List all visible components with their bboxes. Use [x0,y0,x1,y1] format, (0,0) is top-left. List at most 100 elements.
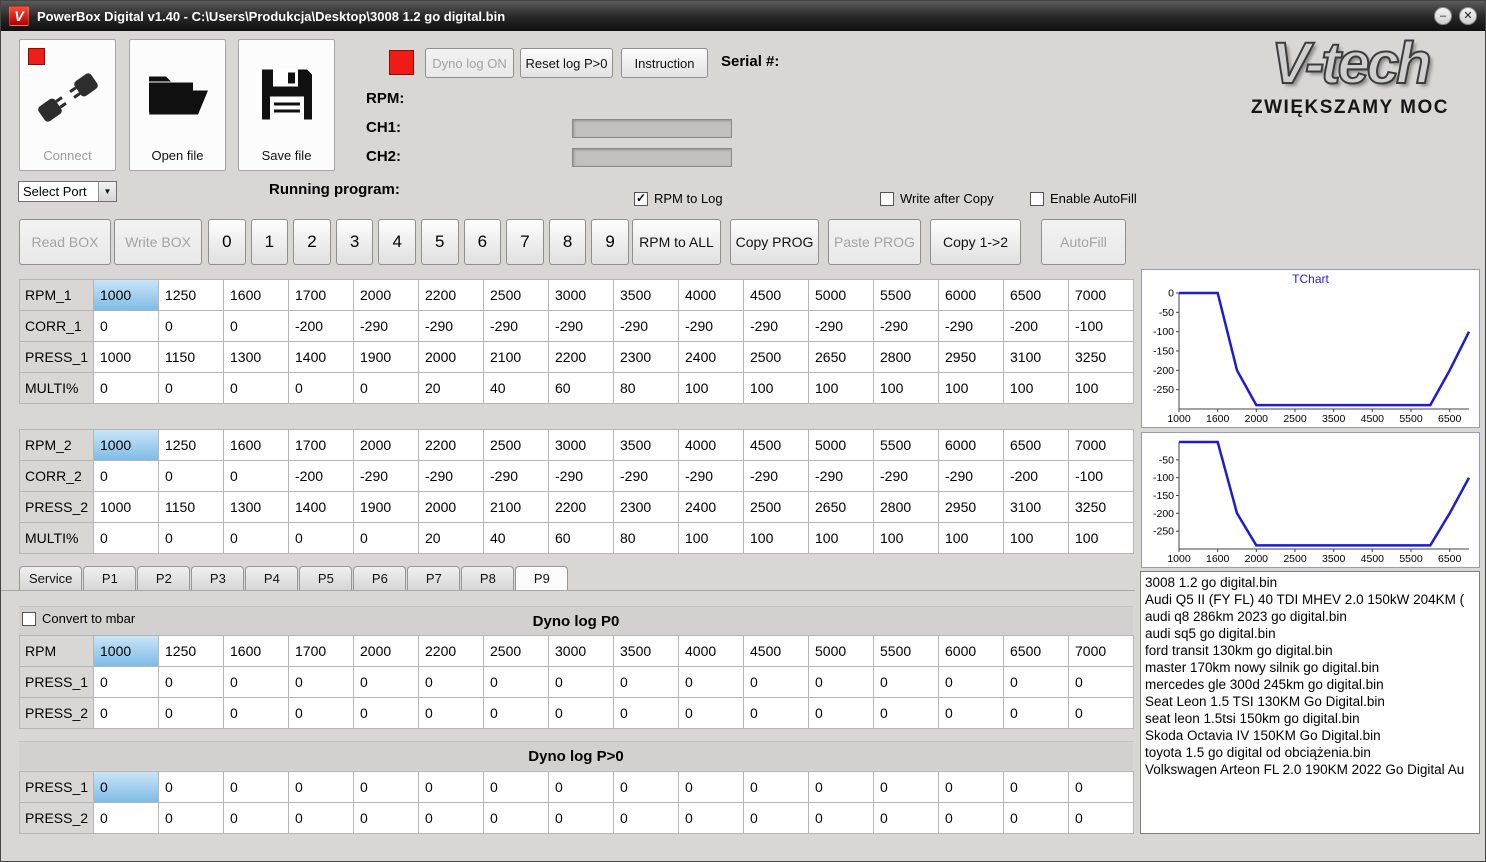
grid-cell[interactable]: 2950 [939,492,1004,523]
grid-cell[interactable]: 0 [94,523,159,554]
grid-cell[interactable]: 7000 [1069,430,1134,461]
grid-cell[interactable]: 0 [159,667,224,698]
grid-cell[interactable]: 2500 [484,280,549,311]
grid-cell[interactable]: 4500 [744,430,809,461]
select-port-dropdown[interactable]: Select Port ▼ [18,181,117,202]
grid-cell[interactable]: 0 [159,803,224,834]
grid-cell[interactable]: 0 [549,803,614,834]
grid-cell[interactable]: 0 [1069,667,1134,698]
grid-cell[interactable]: 0 [94,772,159,803]
grid-cell[interactable]: 5500 [874,636,939,667]
grid-cell[interactable]: 0 [289,373,354,404]
grid-cell[interactable]: 0 [159,311,224,342]
grid-cell[interactable]: 1300 [224,492,289,523]
digit-button-4[interactable]: 4 [378,219,416,265]
grid-cell[interactable]: 100 [939,523,1004,554]
grid-cell[interactable]: 0 [159,373,224,404]
digit-button-6[interactable]: 6 [463,219,502,265]
grid-cell[interactable]: 0 [94,803,159,834]
grid-cell[interactable]: 7000 [1069,280,1134,311]
grid-cell[interactable]: 100 [679,373,744,404]
grid-cell[interactable]: 2300 [614,342,679,373]
grid-cell[interactable]: 0 [679,667,744,698]
file-list-item[interactable]: audi sq5 go digital.bin [1145,625,1475,642]
grid-cell[interactable]: 6500 [1004,636,1069,667]
copy-1-to-2-button[interactable]: Copy 1->2 [930,219,1021,265]
grid-cell[interactable]: 0 [614,698,679,729]
tab-service[interactable]: Service [19,566,83,591]
grid-cell[interactable]: 1000 [94,492,159,523]
grid-cell[interactable]: 0 [159,461,224,492]
grid-cell[interactable]: 0 [484,803,549,834]
grid-cell[interactable]: 1000 [94,636,159,667]
grid-cell[interactable]: 0 [224,373,289,404]
grid-cell[interactable]: 4500 [744,636,809,667]
grid-cell[interactable]: 0 [354,523,419,554]
grid-cell[interactable]: 2500 [744,492,809,523]
grid-cell[interactable]: 0 [1004,772,1069,803]
grid-cell[interactable]: 0 [289,772,354,803]
grid-cell[interactable]: 0 [809,667,874,698]
grid-cell[interactable]: 0 [809,803,874,834]
file-list-item[interactable]: seat leon 1.5tsi 150km go digital.bin [1145,710,1475,727]
grid-cell[interactable]: -290 [809,461,874,492]
grid-cell[interactable]: -290 [354,311,419,342]
grid-cell[interactable]: 0 [939,698,1004,729]
grid-cell[interactable]: 4000 [679,636,744,667]
grid-cell[interactable]: 0 [224,523,289,554]
grid-cell[interactable]: 3250 [1069,492,1134,523]
grid-cell[interactable]: 2200 [549,342,614,373]
grid-cell[interactable]: 7000 [1069,636,1134,667]
grid-cell[interactable]: 0 [679,698,744,729]
grid-cell[interactable]: 0 [224,461,289,492]
grid-cell[interactable]: 100 [939,373,1004,404]
grid-cell[interactable]: 0 [614,667,679,698]
grid-cell[interactable]: 0 [419,667,484,698]
digit-button-0[interactable]: 0 [208,219,246,265]
grid-cell[interactable]: 0 [549,772,614,803]
grid-cell[interactable]: 2500 [484,430,549,461]
grid-cell[interactable]: 100 [744,523,809,554]
grid-cell[interactable]: 2200 [419,636,484,667]
grid-cell[interactable]: 6000 [939,280,1004,311]
grid-cell[interactable]: 100 [1004,523,1069,554]
grid-cell[interactable]: 1900 [354,342,419,373]
grid-cell[interactable]: 0 [614,803,679,834]
grid-cell[interactable]: 20 [419,373,484,404]
grid-cell[interactable]: 1250 [159,430,224,461]
grid-cell[interactable]: 2000 [419,492,484,523]
convert-to-mbar-checkbox[interactable]: ✓ [22,611,36,626]
grid-cell[interactable]: 100 [874,373,939,404]
grid-cell[interactable]: 0 [679,803,744,834]
grid-cell[interactable]: 1700 [289,636,354,667]
grid-cell[interactable]: 1300 [224,342,289,373]
grid-cell[interactable]: 3500 [614,280,679,311]
file-list-item[interactable]: Seat Leon 1.5 TSI 130KM Go Digital.bin [1145,693,1475,710]
tab-p6[interactable]: P6 [353,566,407,591]
grid-cell[interactable]: 2200 [419,280,484,311]
grid-cell[interactable]: 20 [419,523,484,554]
grid-cell[interactable]: -290 [744,311,809,342]
grid-cell[interactable]: -100 [1069,461,1134,492]
grid-cell[interactable]: 0 [679,772,744,803]
grid-cell[interactable]: 3000 [549,430,614,461]
grid-cell[interactable]: 3500 [614,430,679,461]
grid-cell[interactable]: -290 [939,311,1004,342]
grid-cell[interactable]: -290 [484,311,549,342]
grid-cell[interactable]: 1000 [94,342,159,373]
tab-p1[interactable]: P1 [83,566,137,591]
grid-cell[interactable]: 3100 [1004,342,1069,373]
grid-cell[interactable]: 60 [549,523,614,554]
grid-cell[interactable]: 1250 [159,636,224,667]
close-button[interactable]: ✕ [1459,7,1477,25]
grid-cell[interactable]: -100 [1069,311,1134,342]
grid-cell[interactable]: 0 [809,772,874,803]
grid-cell[interactable]: -290 [354,461,419,492]
file-list-item[interactable]: 3008 1.2 go digital.bin [1145,574,1475,591]
grid-cell[interactable]: -290 [744,461,809,492]
digit-button-9[interactable]: 9 [591,219,629,265]
copy-prog-button[interactable]: Copy PROG [730,219,819,265]
grid-cell[interactable]: 40 [484,523,549,554]
file-list-item[interactable]: Skoda Octavia IV 150KM Go Digital.bin [1145,727,1475,744]
grid-cell[interactable]: 0 [354,373,419,404]
